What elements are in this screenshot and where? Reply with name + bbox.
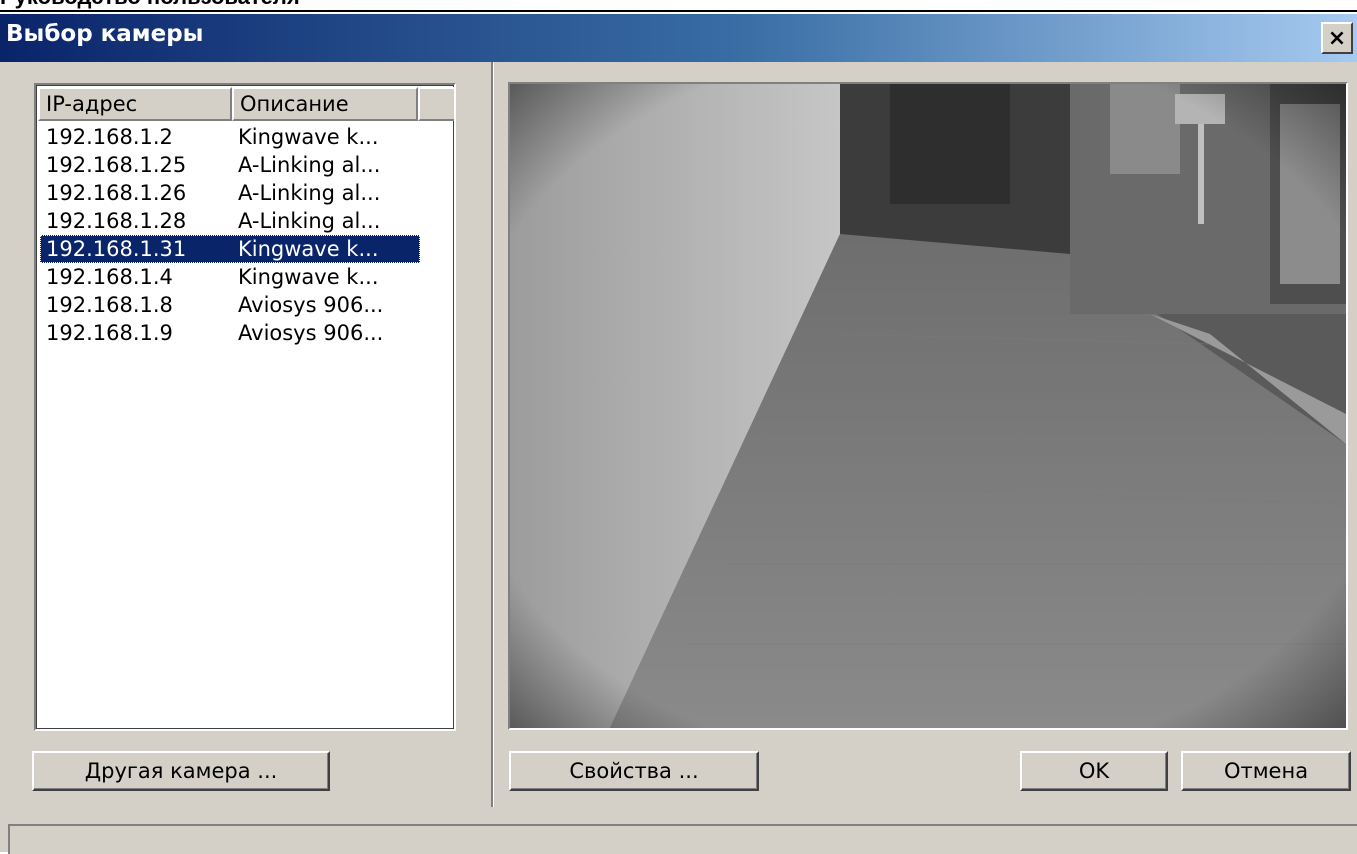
list-item-ip: 192.168.1.25	[46, 153, 187, 177]
list-rows: 192.168.1.2 Kingwave k... 192.168.1.25 A-Li…	[38, 123, 454, 347]
column-header-ip[interactable]: IP-адрес	[38, 87, 232, 121]
list-item-ip: 192.168.1.9	[46, 321, 173, 345]
list-item-ip: 192.168.1.26	[46, 181, 187, 205]
status-bar	[8, 824, 1357, 854]
camera-preview	[508, 82, 1348, 730]
camera-list[interactable]: IP-адрес Описание 192.168.1.2 Kingwave k.…	[34, 83, 456, 731]
list-item[interactable]: 192.168.1.9 Aviosys 906...	[38, 319, 454, 347]
column-header-description[interactable]: Описание	[232, 87, 418, 121]
list-item-description: Aviosys 906...	[238, 293, 384, 317]
close-icon: ×	[1327, 25, 1347, 51]
list-header: IP-адрес Описание	[38, 87, 454, 121]
dialog-title: Выбор камеры	[6, 21, 204, 47]
header-rule	[0, 10, 1357, 12]
list-item[interactable]: 192.168.1.2 Kingwave k...	[38, 123, 454, 151]
title-bar[interactable]: Выбор камеры ×	[0, 14, 1357, 62]
list-item-ip: 192.168.1.4	[46, 265, 173, 289]
list-item[interactable]: 192.168.1.31 Kingwave k...	[38, 235, 454, 263]
list-item-ip: 192.168.1.31	[46, 237, 187, 261]
list-item[interactable]: 192.168.1.25 A-Linking al...	[38, 151, 454, 179]
list-item-description: Kingwave k...	[238, 125, 379, 149]
list-item-description: A-Linking al...	[238, 153, 381, 177]
cancel-button[interactable]: Отмена	[1181, 751, 1351, 791]
camera-preview-image	[510, 84, 1346, 728]
camera-select-dialog: Выбор камеры × IP-адрес Описание 192.168…	[0, 14, 1357, 854]
list-item[interactable]: 192.168.1.4 Kingwave k...	[38, 263, 454, 291]
list-item-description: A-Linking al...	[238, 209, 381, 233]
other-camera-button[interactable]: Другая камера ...	[32, 751, 330, 791]
list-item-ip: 192.168.1.2	[46, 125, 173, 149]
list-item-description: Kingwave k...	[238, 265, 379, 289]
list-item[interactable]: 192.168.1.28 A-Linking al...	[38, 207, 454, 235]
ok-button[interactable]: OK	[1020, 751, 1168, 791]
properties-button[interactable]: Свойства ...	[509, 751, 759, 791]
list-item-description: A-Linking al...	[238, 181, 381, 205]
document-header-text: Руководство пользователя	[0, 0, 300, 9]
document-header: Руководство пользователя	[0, 0, 1357, 10]
list-item-ip: 192.168.1.28	[46, 209, 187, 233]
pane-splitter[interactable]	[491, 62, 494, 807]
column-header-filler	[418, 87, 454, 121]
close-button[interactable]: ×	[1321, 22, 1353, 54]
list-item-description: Kingwave k...	[238, 237, 379, 261]
list-item[interactable]: 192.168.1.26 A-Linking al...	[38, 179, 454, 207]
list-item-ip: 192.168.1.8	[46, 293, 173, 317]
list-item-description: Aviosys 906...	[238, 321, 384, 345]
list-item[interactable]: 192.168.1.8 Aviosys 906...	[38, 291, 454, 319]
